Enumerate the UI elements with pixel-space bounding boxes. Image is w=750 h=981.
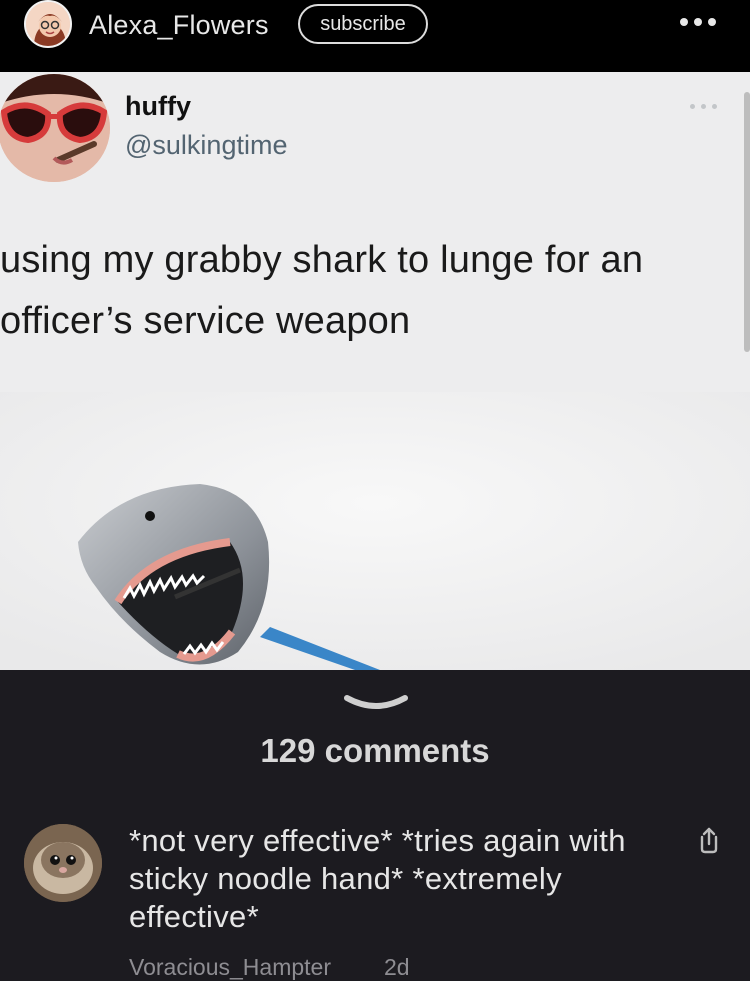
more-dots-icon[interactable]	[680, 14, 716, 30]
tweet-avatar	[0, 74, 110, 182]
post-image: huffy @sulkingtime using my grabby shark…	[0, 72, 750, 670]
more-dots-icon[interactable]	[688, 102, 720, 112]
channel-username[interactable]: Alexa_Flowers	[89, 10, 269, 41]
comments-count[interactable]: 129 comments	[0, 732, 750, 770]
subscribe-button[interactable]: subscribe	[298, 4, 428, 44]
comments-section: 129 comments *not very effective* *tries…	[0, 670, 750, 981]
top-bar: Alexa_Flowers subscribe	[0, 0, 750, 72]
comment-text: *not very effective* *tries again with s…	[129, 823, 626, 934]
shark-grabber-photo	[0, 392, 750, 670]
comment-timestamp: 2d	[384, 954, 410, 980]
comment-author[interactable]: Voracious_Hampter	[129, 954, 331, 981]
user-avatar[interactable]	[24, 0, 72, 48]
scrollbar[interactable]	[744, 92, 750, 352]
chevron-down-icon[interactable]	[343, 688, 409, 716]
share-icon[interactable]	[694, 825, 724, 855]
commenter-avatar[interactable]	[24, 824, 102, 902]
tweet-text: using my grabby shark to lunge for an of…	[0, 239, 644, 342]
tweet-author-name: huffy	[125, 91, 191, 121]
tweet-author-handle: @sulkingtime	[125, 130, 288, 160]
